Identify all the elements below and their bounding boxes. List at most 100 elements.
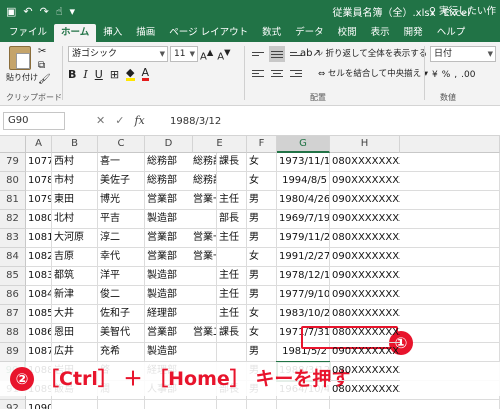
save-icon[interactable]: ▣: [6, 5, 16, 18]
grid-cell[interactable]: 総務部: [145, 153, 191, 172]
grid-cell[interactable]: 淳二: [98, 229, 145, 248]
grid-cell-phone[interactable]: 090XXXXXXXX: [330, 343, 400, 362]
grid-cell[interactable]: 1082: [26, 248, 52, 267]
align-right-icon[interactable]: [288, 65, 304, 81]
ribbon-tab[interactable]: ページ レイアウト: [162, 24, 255, 42]
ribbon-tab[interactable]: データ: [288, 24, 331, 42]
borders-icon[interactable]: ⊞: [110, 68, 119, 81]
grid-cell[interactable]: 製造部: [145, 286, 191, 305]
column-header[interactable]: A: [26, 136, 52, 153]
grid-cell[interactable]: [400, 305, 500, 324]
grid-cell[interactable]: 喜一: [98, 153, 145, 172]
ribbon-tab[interactable]: 数式: [255, 24, 288, 42]
ribbon-tab[interactable]: ホーム: [54, 24, 97, 42]
grid-cell-phone[interactable]: 090XXXXXXXX: [330, 267, 400, 286]
row-header[interactable]: 86: [0, 286, 26, 305]
grid-cell-phone[interactable]: 080XXXXXXXX: [330, 381, 400, 400]
grid-cell[interactable]: 吉原: [52, 248, 98, 267]
grid-cell[interactable]: [400, 172, 500, 191]
grid-cell-phone[interactable]: [330, 400, 400, 409]
grid-cell[interactable]: [217, 248, 247, 267]
comma-icon[interactable]: ,: [454, 70, 457, 80]
grid-cell[interactable]: 男: [247, 191, 277, 210]
ribbon-tab[interactable]: ファイル: [2, 24, 54, 42]
grid-cell[interactable]: 総務部: [145, 172, 191, 191]
row-header[interactable]: 87: [0, 305, 26, 324]
percent-icon[interactable]: %: [442, 70, 451, 80]
grid-cell[interactable]: 製造部: [145, 343, 191, 362]
align-middle-icon[interactable]: [269, 46, 285, 62]
grid-cell[interactable]: 1979/11/2: [277, 229, 330, 248]
grid-cell[interactable]: 恩田: [52, 324, 98, 343]
grid-cell[interactable]: 主任: [217, 191, 247, 210]
grid-cell[interactable]: 女: [247, 305, 277, 324]
grid-cell[interactable]: 総務課: [191, 172, 217, 191]
font-size-select[interactable]: 11 ▼: [170, 46, 198, 62]
merge-center-button[interactable]: ⇔ セルを結合して中央揃え ▾: [318, 67, 428, 79]
grid-cell[interactable]: 部長: [217, 210, 247, 229]
grid-cell[interactable]: 1080: [26, 210, 52, 229]
increase-decimal-icon[interactable]: .00: [461, 70, 475, 80]
grid-cell[interactable]: 平吉: [98, 210, 145, 229]
grid-cell[interactable]: 女: [247, 248, 277, 267]
grid-cell[interactable]: 1090: [26, 400, 52, 409]
grid-cell[interactable]: 男: [247, 210, 277, 229]
grid-cell[interactable]: [400, 343, 500, 362]
grid-cell-phone[interactable]: 090XXXXXXXX: [330, 248, 400, 267]
redo-icon[interactable]: ↷: [40, 5, 49, 18]
column-header[interactable]: C: [98, 136, 145, 153]
grid-cell[interactable]: 1087: [26, 343, 52, 362]
font-name-select[interactable]: 游ゴシック ▼: [68, 46, 168, 62]
grid-cell[interactable]: 男: [247, 267, 277, 286]
row-header[interactable]: 84: [0, 248, 26, 267]
grid-cell[interactable]: 男: [247, 286, 277, 305]
cancel-icon[interactable]: ✕: [96, 114, 105, 127]
grid-cell[interactable]: [98, 400, 145, 409]
grid-cell[interactable]: [191, 400, 217, 409]
grid-cell[interactable]: 1086: [26, 324, 52, 343]
grid-cell[interactable]: 1978/12/15: [277, 267, 330, 286]
grid-cell-phone[interactable]: 080XXXXXXXX: [330, 362, 400, 381]
grid-cell[interactable]: 女: [247, 153, 277, 172]
column-header[interactable]: G: [277, 136, 330, 153]
grid-cell[interactable]: 1084: [26, 286, 52, 305]
grid-cell[interactable]: 営業部: [145, 191, 191, 210]
grid-cell[interactable]: 1081: [26, 229, 52, 248]
grid-cell[interactable]: 1085: [26, 305, 52, 324]
grid-cell[interactable]: 東田: [52, 191, 98, 210]
grid-cell[interactable]: [400, 400, 500, 409]
shrink-font-icon[interactable]: A▼: [217, 47, 230, 62]
grid-cell[interactable]: 大河原: [52, 229, 98, 248]
grid-cell[interactable]: 女: [247, 324, 277, 343]
grid-cell[interactable]: 美智代: [98, 324, 145, 343]
ribbon-tab[interactable]: ヘルプ: [430, 24, 473, 42]
column-header[interactable]: B: [52, 136, 98, 153]
format-painter-icon[interactable]: 🖌: [38, 74, 51, 85]
grid-cell[interactable]: 1973/11/18: [277, 153, 330, 172]
grid-cell[interactable]: 営業一課: [191, 229, 217, 248]
touch-mode-icon[interactable]: ☝: [56, 5, 63, 18]
grid-cell[interactable]: 女: [247, 172, 277, 191]
column-header[interactable]: [400, 136, 500, 153]
grid-cell[interactable]: 1969/7/19: [277, 210, 330, 229]
grid-cell[interactable]: 大井: [52, 305, 98, 324]
name-box[interactable]: G90: [3, 112, 65, 130]
enter-icon[interactable]: ✓: [115, 114, 124, 127]
grid-cell[interactable]: [400, 153, 500, 172]
row-header[interactable]: 85: [0, 267, 26, 286]
grid-cell[interactable]: 新津: [52, 286, 98, 305]
grid-cell[interactable]: 1078: [26, 172, 52, 191]
row-header[interactable]: 81: [0, 191, 26, 210]
grid-cell[interactable]: 営業部: [145, 248, 191, 267]
grid-cell[interactable]: [400, 229, 500, 248]
grid-cell[interactable]: 主任: [217, 305, 247, 324]
row-header[interactable]: 79: [0, 153, 26, 172]
ribbon-tab[interactable]: 表示: [364, 24, 397, 42]
grid-cell[interactable]: 1977/9/10: [277, 286, 330, 305]
grid-cell[interactable]: 1079: [26, 191, 52, 210]
grid-cell[interactable]: 都筑: [52, 267, 98, 286]
cut-icon[interactable]: ✂: [38, 46, 51, 57]
grid-cell[interactable]: 美佐子: [98, 172, 145, 191]
grid-cell[interactable]: [400, 191, 500, 210]
grow-font-icon[interactable]: A▲: [200, 47, 213, 62]
